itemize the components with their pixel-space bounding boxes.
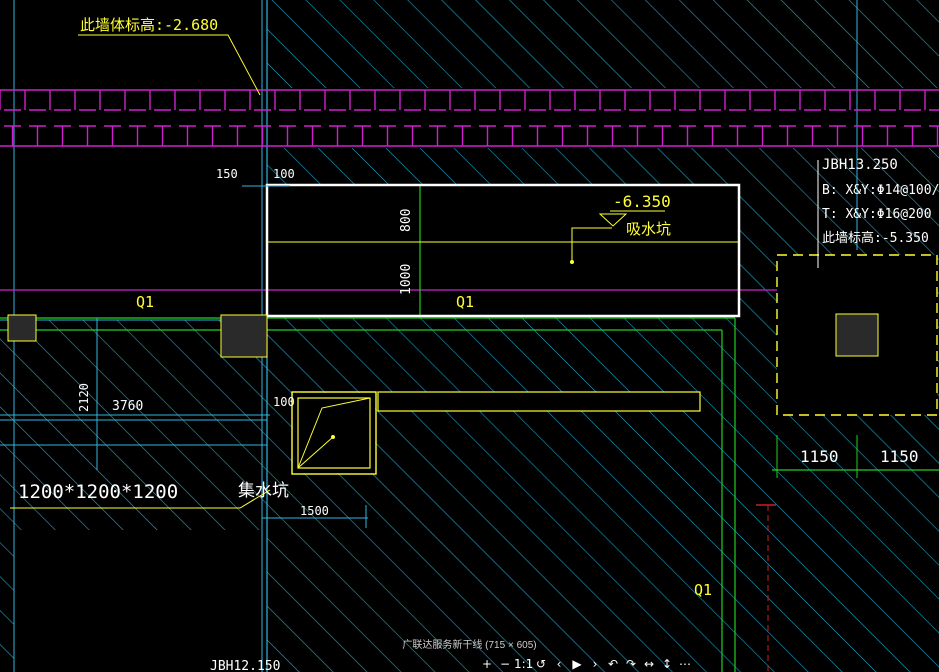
mask-beam-strip	[378, 392, 700, 411]
actual-size-button[interactable]: 1:1	[514, 656, 533, 672]
cad-drawing-canvas[interactable]: 此墙体标高:-2.680 150 100 800 1000 -6.350 吸水坑…	[0, 0, 939, 672]
flip-vertical-button[interactable]: ↕	[658, 656, 676, 672]
collection-pit-label: 集水坑	[238, 481, 289, 501]
pit-size-label: 1200*1200*1200	[18, 481, 178, 503]
sump-dot	[570, 260, 574, 264]
viewer-caption: 广联达服务新干线 (715 × 605)	[402, 640, 537, 651]
sump-elevation: -6.350	[613, 192, 671, 211]
dim-3760: 3760	[112, 399, 143, 414]
jbh-title: JBH13.250	[822, 157, 898, 173]
zoom-out-button[interactable]: −	[496, 656, 514, 672]
dim-150: 150	[216, 167, 238, 181]
dim-2120: 2120	[77, 383, 91, 412]
play-button[interactable]: ▶	[568, 656, 586, 672]
next-button[interactable]: ›	[586, 656, 604, 672]
pile-cap-right[interactable]	[835, 313, 879, 357]
dim-1500: 1500	[300, 504, 329, 518]
dim-1150-a: 1150	[800, 447, 839, 466]
jbh-bottom-rebar: B: X&Y:Φ14@100/	[822, 183, 939, 198]
jbh-elevation: 此墙标高:-5.350	[822, 230, 929, 246]
dim-100-top: 100	[273, 167, 295, 181]
pile-cap-far-left[interactable]	[7, 314, 37, 342]
refresh-icon[interactable]: ↺	[532, 656, 550, 672]
jbh-bottom-label: JBH12.150	[210, 659, 280, 672]
mask-wall-band	[0, 88, 939, 148]
dim-1000: 1000	[399, 264, 414, 295]
dim-1150-b: 1150	[880, 447, 919, 466]
wall-elevation-note: 此墙体标高:-2.680	[80, 16, 218, 34]
dim-100-mid: 100	[273, 395, 295, 409]
jbh-top-rebar: T: X&Y:Φ16@200	[822, 207, 932, 222]
viewer-toolbar: + − 1:1 ↺ ‹ ▶ › ↶ ↷ ↔ ↕ ⋯	[478, 656, 694, 672]
more-button[interactable]: ⋯	[676, 656, 694, 672]
sump-label: 吸水坑	[626, 220, 671, 238]
rotate-right-button[interactable]: ↷	[622, 656, 640, 672]
pile-cap-left[interactable]	[220, 314, 268, 358]
q1-label-mid: Q1	[456, 293, 474, 311]
dim-800: 800	[399, 209, 414, 232]
q1-label-left: Q1	[136, 293, 154, 311]
pit-center-dot	[331, 435, 335, 439]
previous-button[interactable]: ‹	[550, 656, 568, 672]
flip-horizontal-button[interactable]: ↔	[640, 656, 658, 672]
q1-label-bottom-right: Q1	[694, 581, 712, 599]
rotate-left-button[interactable]: ↶	[604, 656, 622, 672]
wall-note-leader	[78, 34, 261, 96]
zoom-in-button[interactable]: +	[478, 656, 496, 672]
